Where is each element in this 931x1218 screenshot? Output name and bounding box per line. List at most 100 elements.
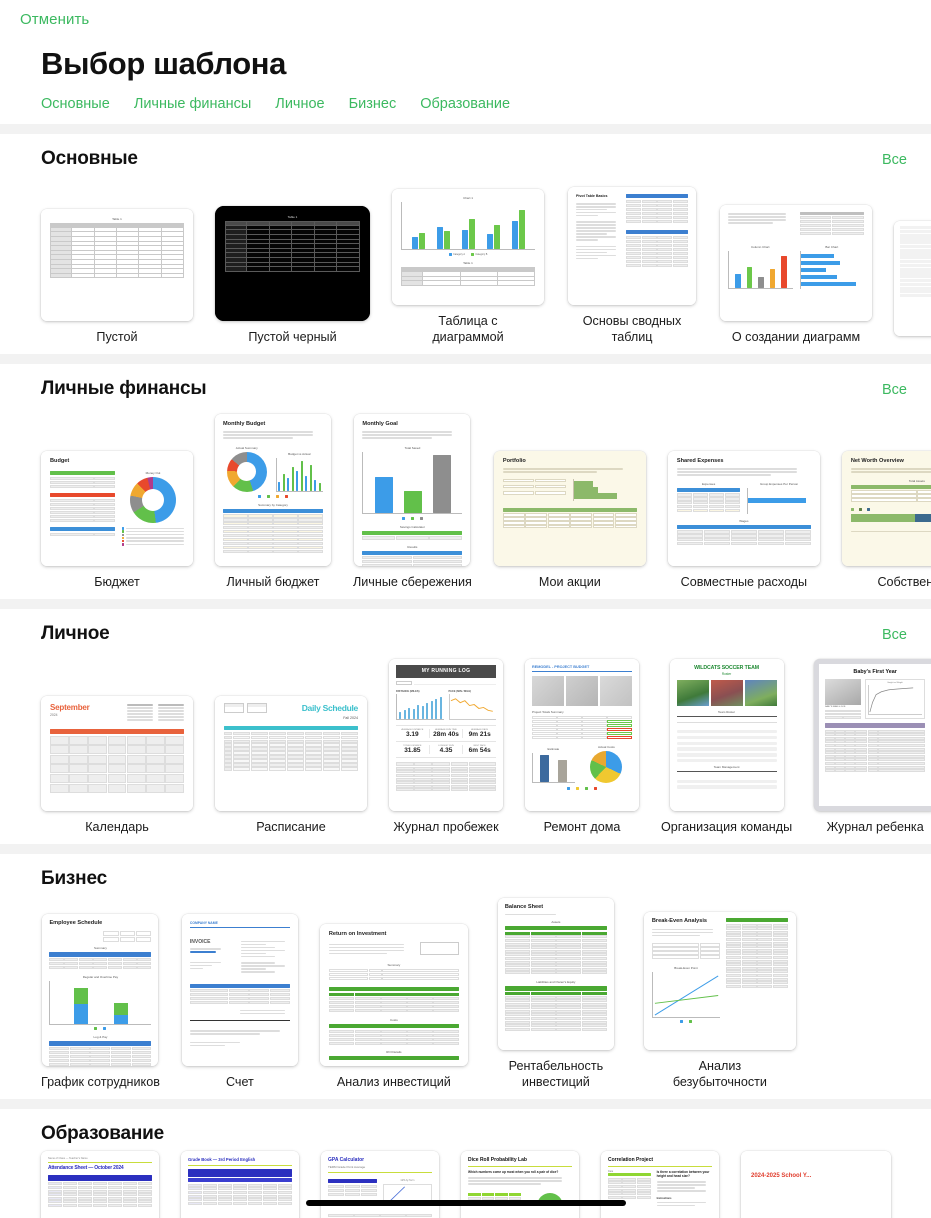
template-caption: Собственный	[877, 574, 931, 589]
template-thumbnail[interactable]: Net Worth Overview Total Assets	[841, 450, 931, 566]
template-thumbnail[interactable]: Daily Schedule Fall 2024	[215, 695, 367, 811]
template-thumbnail[interactable]: Balance Sheet Assets Liabilities and Own…	[497, 898, 614, 1051]
category-nav-item-osnovnye[interactable]: Основные	[41, 96, 110, 112]
template-card-net-worth[interactable]: Net Worth Overview Total Assets Собствен	[841, 424, 931, 590]
template-thumbnail[interactable]: Monthly Goal Total Saved Savings Calcula…	[354, 413, 471, 566]
template-card-attendance-sheet[interactable]: Name of Class — Teacher's Name Attendanc…	[41, 1151, 159, 1218]
template-card-balance-sheet[interactable]: Balance Sheet Assets Liabilities and Own…	[490, 890, 622, 1090]
template-card-table-chart[interactable]: Chart 1 Category A Category B Table 1 Та…	[392, 185, 544, 345]
template-card-dice-roll-lab[interactable]: Dice Roll Probability Lab Which numbers …	[461, 1151, 579, 1218]
template-card-employee-schedule[interactable]: Employee Schedule Summary Regular and Ov…	[41, 901, 160, 1090]
template-caption: Календарь	[85, 819, 149, 834]
template-card-monthly-budget[interactable]: Monthly Budget Actual Summary Budget vs …	[215, 413, 331, 590]
template-card-portfolio[interactable]: Portfolio Мои акции	[493, 424, 646, 590]
template-thumbnail[interactable]	[894, 221, 931, 336]
section-header: Образование	[0, 1109, 931, 1145]
category-nav-item-biznes[interactable]: Бизнес	[349, 96, 397, 112]
category-nav-item-lichnye-finansy[interactable]: Личные финансы	[134, 96, 251, 112]
thumb-doc-subtitle: Name of Class — Teacher's Name	[48, 1157, 88, 1160]
template-card-running-log[interactable]: MY RUNNING LOG DISTANCE (MILES) PACE (MI…	[389, 658, 503, 835]
template-card-roi[interactable]: Return on Investment Summary Costs ROI D…	[319, 901, 468, 1090]
template-row[interactable]: September 2024 Календарь Daily Schedule …	[0, 645, 931, 835]
template-thumbnail[interactable]: Grade Book — 3rd Period English	[181, 1151, 299, 1218]
template-thumbnail[interactable]: Portfolio	[493, 450, 646, 566]
template-caption: Пустой	[96, 329, 138, 344]
template-thumbnail[interactable]: Dice Roll Probability Lab Which numbers …	[461, 1151, 579, 1218]
template-thumbnail[interactable]: GPA Calculator TERM Grade Point Average	[321, 1151, 439, 1218]
template-thumbnail[interactable]: Name of Class — Teacher's Name Attendanc…	[41, 1151, 159, 1218]
template-card-correlation-project[interactable]: Correlation Project Data Is there a corr…	[601, 1151, 719, 1218]
see-all-button[interactable]: Все	[882, 382, 907, 398]
template-card-invoice[interactable]: COMPANY NAME INVOICE Счет	[181, 901, 298, 1090]
template-thumbnail[interactable]: Baby's First Year BABY'S NAME & DOB Heig…	[814, 658, 931, 811]
template-thumbnail[interactable]: WILDCATS SOCCER TEAM Roster Team Roster	[669, 658, 784, 811]
template-caption: Счет	[225, 1074, 254, 1089]
template-card-calendar[interactable]: September 2024 Календарь	[41, 663, 193, 835]
thumb-doc-subtitle: INVOICE	[189, 939, 211, 946]
template-thumbnail[interactable]: Pivot Table Basics	[568, 187, 696, 306]
mini-table	[224, 220, 360, 272]
template-card-budget[interactable]: Budget Money Out Бюджет	[41, 424, 193, 590]
template-card-remodel[interactable]: REMODEL - PROJECT BUDGET Project Totals …	[525, 658, 639, 835]
stat-value: 28m 40s	[433, 731, 459, 739]
thumb-doc-title: Pivot Table Basics	[576, 194, 608, 199]
template-thumbnail[interactable]: September 2024	[41, 695, 193, 811]
template-row[interactable]: Budget Money Out Бюджет Monthly Budget A…	[0, 400, 931, 590]
template-row[interactable]: Employee Schedule Summary Regular and Ov…	[0, 890, 931, 1090]
stat-value: 9m 21s	[468, 731, 491, 739]
template-thumbnail[interactable]: Return on Investment Summary Costs ROI D…	[319, 923, 468, 1066]
template-card-grade-book[interactable]: Grade Book — 3rd Period English	[181, 1151, 299, 1218]
stat-value: 4.35	[439, 747, 453, 755]
template-thumbnail[interactable]: Break-Even Analysis Break-Even Point	[643, 912, 796, 1051]
category-nav-item-obrazovanie[interactable]: Образование	[420, 96, 510, 112]
template-row[interactable]: Table 1 Пустой Table 1 Пустой черный Cha…	[0, 170, 931, 345]
template-card-baby-journal[interactable]: Baby's First Year BABY'S NAME & DOB Heig…	[814, 658, 931, 835]
template-card-soccer-roster[interactable]: WILDCATS SOCCER TEAM Roster Team Roster	[661, 658, 792, 835]
template-card-monthly-goal[interactable]: Monthly Goal Total Saved Savings Calcula…	[353, 413, 472, 590]
template-card-blank[interactable]: Table 1 Пустой	[41, 201, 193, 345]
template-card-shared-expenses[interactable]: Shared Expenses Expenses Group Expenses …	[667, 424, 820, 590]
template-thumbnail[interactable]: Monthly Budget Actual Summary Budget vs …	[215, 413, 331, 566]
home-indicator[interactable]	[305, 1200, 626, 1206]
template-thumbnail[interactable]: REMODEL - PROJECT BUDGET Project Totals …	[525, 658, 639, 811]
template-thumbnail[interactable]: Budget Money Out	[41, 450, 193, 566]
template-card-partial[interactable]	[894, 216, 931, 345]
template-thumbnail[interactable]: Correlation Project Data Is there a corr…	[601, 1151, 719, 1218]
thumb-doc-title: Budget	[50, 457, 70, 464]
thumb-doc-title: GPA Calculator	[328, 1157, 365, 1163]
see-all-button[interactable]: Все	[882, 152, 907, 168]
template-thumbnail[interactable]: Column Chart Bar Chart	[720, 204, 872, 321]
mini-bar-chart	[532, 752, 575, 783]
template-thumbnail[interactable]: Employee Schedule Summary Regular and Ov…	[42, 913, 159, 1066]
template-card-break-even[interactable]: Break-Even Analysis Break-Even Point Ана…	[643, 890, 796, 1090]
section-divider	[0, 124, 931, 134]
template-thumbnail[interactable]: Chart 1 Category A Category B Table 1	[392, 189, 544, 306]
template-card-school-year[interactable]: 2024-2025 School Y...	[741, 1151, 891, 1218]
category-nav-item-lichnoe[interactable]: Личное	[275, 96, 324, 112]
template-caption: Анализ безубыточности	[672, 1059, 767, 1089]
template-card-pivot-basics[interactable]: Pivot Table Basics Основы сводных таблиц	[566, 185, 698, 345]
template-thumbnail[interactable]: Table 1	[215, 205, 370, 321]
thumb-doc-title: Monthly Goal	[362, 420, 398, 427]
template-card-schedule[interactable]: Daily Schedule Fall 2024 Расписание	[215, 663, 367, 835]
template-card-blank-black[interactable]: Table 1 Пустой черный	[215, 201, 370, 345]
thumb-doc-title: Attendance Sheet — October 2024	[48, 1165, 124, 1171]
thumb-doc-subtitle: 2024	[50, 712, 58, 717]
section-biznes: Бизнес Employee Schedule Summary Regular…	[0, 854, 931, 1099]
thumb-doc-title: Column Chart	[750, 244, 770, 249]
template-thumbnail[interactable]: Table 1	[41, 208, 193, 321]
thumb-doc-title: Portfolio	[502, 457, 526, 464]
template-thumbnail[interactable]: MY RUNNING LOG DISTANCE (MILES) PACE (MI…	[389, 658, 503, 811]
template-thumbnail[interactable]: 2024-2025 School Y...	[741, 1151, 891, 1218]
template-caption: Совместные расходы	[680, 574, 808, 589]
cancel-button[interactable]: Отменить	[20, 11, 89, 28]
template-thumbnail[interactable]: COMPANY NAME INVOICE	[181, 913, 298, 1066]
template-thumbnail[interactable]: Shared Expenses Expenses Group Expenses …	[667, 450, 820, 566]
template-row[interactable]: Name of Class — Teacher's Name Attendanc…	[0, 1145, 931, 1218]
template-card-charts-intro[interactable]: Column Chart Bar Chart О создании диагра…	[720, 201, 872, 345]
mini-donut-chart	[226, 451, 267, 492]
template-card-gpa-calculator[interactable]: GPA Calculator TERM Grade Point Average	[321, 1151, 439, 1218]
see-all-button[interactable]: Все	[882, 627, 907, 643]
mini-bar-chart	[275, 457, 323, 492]
mini-line-chart	[868, 684, 923, 715]
